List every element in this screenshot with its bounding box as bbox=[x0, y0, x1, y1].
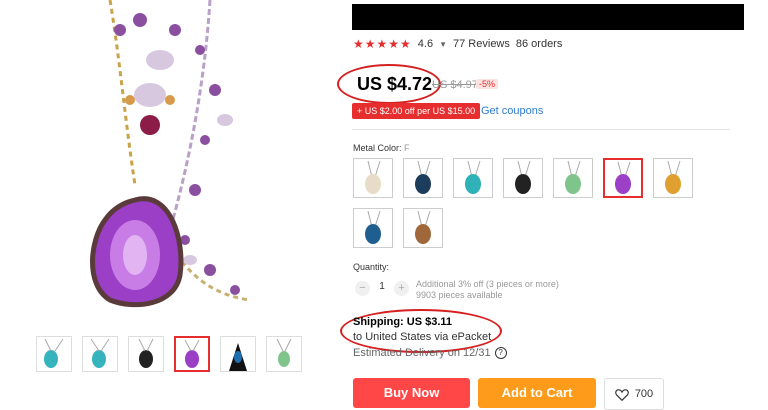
estimated-delivery: Estimated Delivery on 12/31 ? bbox=[353, 347, 507, 359]
thumbnail-5[interactable] bbox=[220, 336, 256, 372]
rating-value: 4.6 bbox=[417, 38, 434, 50]
selected-metal-color: F bbox=[404, 143, 410, 153]
swatch-2[interactable] bbox=[403, 158, 443, 198]
orders-count: 86 orders bbox=[515, 38, 563, 50]
quantity-minus-button[interactable]: − bbox=[355, 281, 370, 296]
wishlist-count: 700 bbox=[634, 388, 654, 400]
shipping-cost: Shipping: US $3.11 bbox=[353, 316, 453, 328]
swatch-9[interactable] bbox=[403, 208, 443, 248]
discount-badge: -5% bbox=[476, 79, 499, 89]
swatch-5[interactable] bbox=[553, 158, 593, 198]
thumbnail-3[interactable] bbox=[128, 336, 164, 372]
swatch-6-selected[interactable] bbox=[603, 158, 643, 198]
chevron-down-icon[interactable]: ▼ bbox=[439, 40, 447, 49]
product-title-redacted bbox=[352, 4, 744, 30]
estimated-delivery-text: Estimated Delivery on 12/31 bbox=[353, 347, 491, 359]
quantity-value[interactable]: 1 bbox=[376, 281, 388, 292]
quantity-label: Quantity: bbox=[353, 262, 390, 272]
reviews-link[interactable]: 77 Reviews bbox=[453, 38, 510, 50]
quantity-note: Additional 3% off (3 pieces or more) 990… bbox=[416, 279, 559, 301]
pieces-available: 9903 pieces available bbox=[416, 290, 503, 300]
swatch-3[interactable] bbox=[453, 158, 493, 198]
swatch-4[interactable] bbox=[503, 158, 543, 198]
main-product-image[interactable] bbox=[0, 0, 310, 325]
rating-stars: ★★★★★ bbox=[353, 37, 412, 51]
wishlist-button[interactable]: 700 bbox=[604, 378, 664, 410]
swatch-1[interactable] bbox=[353, 158, 393, 198]
original-price: US $4.97 bbox=[432, 79, 478, 91]
bulk-discount-note: Additional 3% off (3 pieces or more) bbox=[416, 279, 559, 289]
quantity-plus-button[interactable]: + bbox=[394, 281, 409, 296]
metal-color-label-text: Metal Color: bbox=[353, 143, 402, 153]
thumbnail-6[interactable] bbox=[266, 336, 302, 372]
thumbnail-4-selected[interactable] bbox=[174, 336, 210, 372]
shipping-method[interactable]: to United States via ePacket bbox=[353, 331, 491, 343]
divider bbox=[352, 129, 730, 130]
help-icon[interactable]: ? bbox=[494, 347, 507, 359]
heart-icon bbox=[614, 388, 629, 401]
buy-now-button[interactable]: Buy Now bbox=[353, 378, 470, 408]
metal-color-label: Metal Color: F bbox=[353, 143, 410, 153]
thumbnail-2[interactable] bbox=[82, 336, 118, 372]
add-to-cart-button[interactable]: Add to Cart bbox=[478, 378, 596, 408]
swatch-7[interactable] bbox=[653, 158, 693, 198]
get-coupons-link[interactable]: Get coupons bbox=[481, 105, 543, 117]
thumbnail-1[interactable] bbox=[36, 336, 72, 372]
current-price: US $4.72 bbox=[357, 74, 433, 94]
swatch-8[interactable] bbox=[353, 208, 393, 248]
coupon-tag[interactable]: + US $2.00 off per US $15.00 bbox=[352, 103, 481, 119]
rating-row[interactable]: ★★★★★ 4.6 ▼ 77 Reviews 86 orders bbox=[353, 37, 562, 51]
